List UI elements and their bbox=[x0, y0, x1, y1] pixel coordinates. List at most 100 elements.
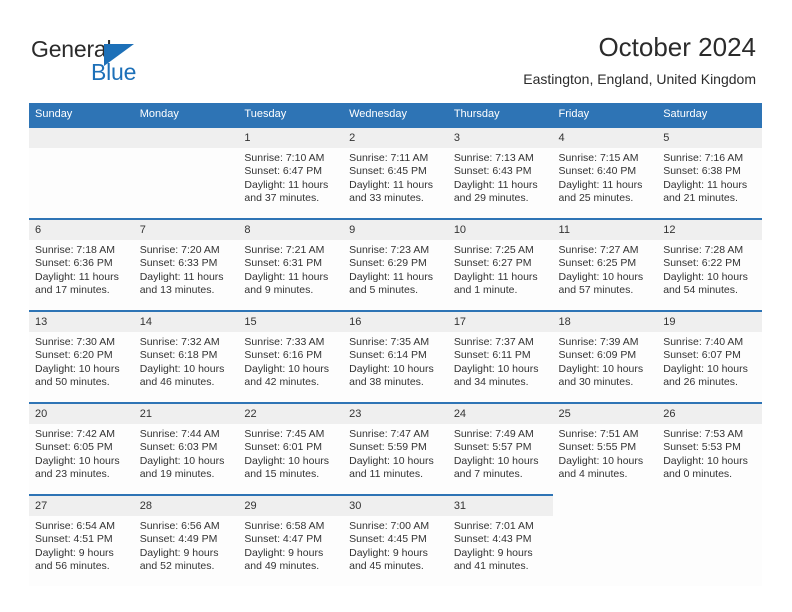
daylight-duration-line1: Daylight: 9 hours bbox=[35, 546, 114, 559]
calendar-day-cell[interactable]: 27 Sunrise: 6:54 AM Sunset: 4:51 PM Dayligh… bbox=[29, 494, 134, 586]
day-number: 2 bbox=[343, 128, 448, 148]
sunrise-time: Sunrise: 7:11 AM bbox=[349, 152, 429, 164]
sunset-time: Sunset: 6:29 PM bbox=[349, 257, 427, 270]
daylight-duration-line2: and 33 minutes. bbox=[349, 192, 424, 205]
calendar-day-cell[interactable]: 19 Sunrise: 7:40 AM Sunset: 6:07 PM Dayligh… bbox=[657, 310, 762, 403]
day-number: 25 bbox=[552, 404, 658, 424]
daylight-duration-line2: and 7 minutes. bbox=[453, 468, 523, 481]
day-details: Sunrise: 6:56 AM Sunset: 4:49 PM Daylight:… bbox=[134, 516, 239, 574]
day-details: Sunrise: 7:25 AM Sunset: 6:27 PM Daylight:… bbox=[448, 240, 553, 298]
daylight-duration-line2: and 11 minutes. bbox=[349, 468, 424, 481]
daylight-duration-line2: and 52 minutes. bbox=[139, 560, 215, 573]
day-details: Sunrise: 7:13 AM Sunset: 6:43 PM Daylight:… bbox=[448, 148, 553, 206]
daylight-duration-line2: and 37 minutes. bbox=[244, 192, 320, 205]
day-number: 6 bbox=[29, 220, 134, 240]
calendar-day-cell[interactable]: 26 Sunrise: 7:53 AM Sunset: 5:53 PM Dayligh… bbox=[657, 402, 762, 495]
daylight-duration-line2: and 45 minutes. bbox=[349, 560, 424, 573]
calendar-day-cell[interactable]: 18 Sunrise: 7:39 AM Sunset: 6:09 PM Dayligh… bbox=[552, 310, 658, 403]
sunset-time: Sunset: 6:03 PM bbox=[139, 441, 218, 454]
calendar-day-cell[interactable]: 3 Sunrise: 7:13 AM Sunset: 6:43 PM Daylight… bbox=[447, 126, 553, 219]
daylight-duration-line1: Daylight: 11 hours bbox=[244, 270, 329, 283]
calendar-day-cell[interactable]: 29 Sunrise: 6:58 AM Sunset: 4:47 PM Dayligh… bbox=[238, 494, 344, 586]
calendar-day-cell[interactable]: 7 Sunrise: 7:20 AM Sunset: 6:33 PM Daylight… bbox=[133, 218, 239, 311]
day-number: 21 bbox=[133, 404, 239, 424]
sunset-time: Sunset: 6:25 PM bbox=[558, 257, 637, 270]
calendar-day-cell[interactable]: 25 Sunrise: 7:51 AM Sunset: 5:55 PM Dayligh… bbox=[552, 402, 658, 495]
calendar-day-cell[interactable]: 17 Sunrise: 7:37 AM Sunset: 6:11 PM Dayligh… bbox=[447, 310, 553, 403]
sunrise-time: Sunrise: 7:15 AM bbox=[558, 152, 639, 164]
sunset-time: Sunset: 6:36 PM bbox=[35, 257, 113, 270]
calendar-day-cell[interactable]: 14 Sunrise: 7:32 AM Sunset: 6:18 PM Dayligh… bbox=[133, 310, 239, 403]
calendar-day-cell[interactable]: 21 Sunrise: 7:44 AM Sunset: 6:03 PM Dayligh… bbox=[133, 402, 239, 495]
calendar-day-cell[interactable]: 23 Sunrise: 7:47 AM Sunset: 5:59 PM Dayligh… bbox=[343, 402, 448, 495]
daylight-duration-line1: Daylight: 11 hours bbox=[558, 178, 643, 191]
calendar-day-cell[interactable]: 28 Sunrise: 6:56 AM Sunset: 4:49 PM Dayligh… bbox=[133, 494, 239, 586]
calendar-day-cell[interactable]: 24 Sunrise: 7:49 AM Sunset: 5:57 PM Dayligh… bbox=[447, 402, 553, 495]
sunrise-time: Sunrise: 7:10 AM bbox=[244, 152, 325, 164]
day-number: 16 bbox=[343, 312, 448, 332]
sunrise-time: Sunrise: 7:16 AM bbox=[663, 152, 744, 164]
calendar-day-cell[interactable]: 5 Sunrise: 7:16 AM Sunset: 6:38 PM Daylight… bbox=[657, 126, 762, 219]
calendar-day-cell[interactable]: 9 Sunrise: 7:23 AM Sunset: 6:29 PM Daylight… bbox=[343, 218, 448, 311]
sunrise-time: Sunrise: 7:30 AM bbox=[35, 336, 115, 348]
sunrise-time: Sunrise: 7:51 AM bbox=[558, 428, 639, 440]
sunset-time: Sunset: 6:16 PM bbox=[244, 349, 323, 362]
day-details: Sunrise: 7:20 AM Sunset: 6:33 PM Daylight:… bbox=[134, 240, 239, 298]
daylight-duration-line2: and 29 minutes. bbox=[453, 192, 529, 205]
calendar-day-cell[interactable]: 15 Sunrise: 7:33 AM Sunset: 6:16 PM Dayligh… bbox=[238, 310, 344, 403]
day-number: 12 bbox=[657, 220, 762, 240]
weekday-header-wednesday: Wednesday bbox=[343, 103, 448, 127]
calendar-day-cell[interactable]: 10 Sunrise: 7:25 AM Sunset: 6:27 PM Dayligh… bbox=[447, 218, 553, 311]
sunrise-sunset-calendar: Sunday Monday Tuesday Wednesday Thursday… bbox=[29, 103, 762, 586]
daylight-duration-line2: and 5 minutes. bbox=[349, 284, 418, 297]
daylight-duration-line2: and 25 minutes. bbox=[558, 192, 634, 205]
sunset-time: Sunset: 4:45 PM bbox=[349, 533, 427, 546]
daylight-duration-line2: and 56 minutes. bbox=[35, 560, 110, 573]
calendar-day-cell[interactable]: 22 Sunrise: 7:45 AM Sunset: 6:01 PM Dayligh… bbox=[238, 402, 344, 495]
sunset-time: Sunset: 6:33 PM bbox=[139, 257, 218, 270]
calendar-day-cell[interactable]: 20 Sunrise: 7:42 AM Sunset: 6:05 PM Dayligh… bbox=[29, 402, 134, 495]
logo-text-blue: Blue bbox=[91, 59, 137, 85]
day-details: Sunrise: 7:33 AM Sunset: 6:16 PM Daylight:… bbox=[238, 332, 343, 390]
day-number bbox=[29, 128, 134, 148]
calendar-day-cell[interactable]: 30 Sunrise: 7:00 AM Sunset: 4:45 PM Dayligh… bbox=[343, 494, 448, 586]
calendar-day-cell[interactable]: 6 Sunrise: 7:18 AM Sunset: 6:36 PM Daylight… bbox=[29, 218, 134, 311]
sunset-time: Sunset: 6:01 PM bbox=[244, 441, 323, 454]
calendar-day-cell[interactable]: 1 Sunrise: 7:10 AM Sunset: 6:47 PM Daylight… bbox=[238, 126, 344, 219]
sunrise-time: Sunrise: 7:00 AM bbox=[349, 520, 430, 532]
daylight-duration-line2: and 21 minutes. bbox=[663, 192, 738, 205]
daylight-duration-line2: and 4 minutes. bbox=[558, 468, 628, 481]
daylight-duration-line1: Daylight: 9 hours bbox=[244, 546, 324, 559]
general-blue-logo[interactable]: General Blue bbox=[31, 36, 231, 88]
day-number: 29 bbox=[238, 496, 344, 516]
calendar-day-cell[interactable]: 11 Sunrise: 7:27 AM Sunset: 6:25 PM Dayligh… bbox=[552, 218, 658, 311]
day-number: 13 bbox=[29, 312, 134, 332]
calendar-day-cell[interactable]: 8 Sunrise: 7:21 AM Sunset: 6:31 PM Daylight… bbox=[238, 218, 344, 311]
calendar-day-cell[interactable]: 12 Sunrise: 7:28 AM Sunset: 6:22 PM Dayligh… bbox=[657, 218, 762, 311]
daylight-duration-line1: Daylight: 10 hours bbox=[663, 362, 748, 375]
day-number: 8 bbox=[238, 220, 344, 240]
weekday-header-thursday: Thursday bbox=[447, 103, 553, 127]
calendar-week-row: 6 Sunrise: 7:18 AM Sunset: 6:36 PM Daylight… bbox=[29, 218, 762, 311]
calendar-empty-cell bbox=[29, 126, 134, 219]
day-number: 22 bbox=[238, 404, 344, 424]
sunrise-time: Sunrise: 7:42 AM bbox=[35, 428, 115, 440]
calendar-week-row: 1 Sunrise: 7:10 AM Sunset: 6:47 PM Daylight… bbox=[29, 126, 762, 219]
daylight-duration-line1: Daylight: 10 hours bbox=[663, 454, 748, 467]
daylight-duration-line2: and 34 minutes. bbox=[453, 376, 529, 389]
day-number: 31 bbox=[447, 496, 553, 516]
daylight-duration-line2: and 9 minutes. bbox=[244, 284, 314, 297]
day-number bbox=[657, 495, 762, 515]
calendar-day-cell[interactable]: 13 Sunrise: 7:30 AM Sunset: 6:20 PM Dayligh… bbox=[29, 310, 134, 403]
calendar-day-cell[interactable]: 16 Sunrise: 7:35 AM Sunset: 6:14 PM Dayligh… bbox=[343, 310, 448, 403]
calendar-body: 1 Sunrise: 7:10 AM Sunset: 6:47 PM Daylight… bbox=[29, 126, 762, 586]
calendar-day-cell[interactable]: 4 Sunrise: 7:15 AM Sunset: 6:40 PM Daylight… bbox=[552, 126, 658, 219]
calendar-day-cell[interactable]: 31 Sunrise: 7:01 AM Sunset: 4:43 PM Dayligh… bbox=[447, 494, 553, 586]
sunset-time: Sunset: 6:07 PM bbox=[663, 349, 741, 362]
sunrise-time: Sunrise: 7:33 AM bbox=[244, 336, 325, 348]
weekday-header-tuesday: Tuesday bbox=[238, 103, 344, 127]
day-number: 26 bbox=[657, 404, 762, 424]
sunset-time: Sunset: 6:43 PM bbox=[453, 165, 532, 178]
sunrise-time: Sunrise: 7:21 AM bbox=[244, 244, 325, 256]
calendar-day-cell[interactable]: 2 Sunrise: 7:11 AM Sunset: 6:45 PM Daylight… bbox=[343, 126, 448, 219]
